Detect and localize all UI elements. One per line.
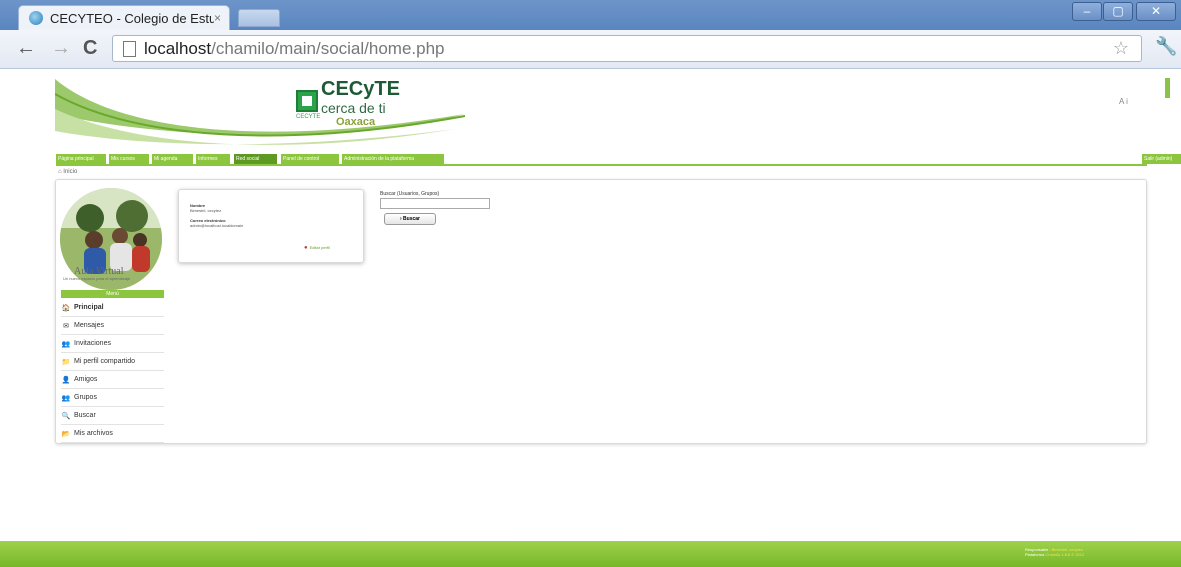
folder-icon: 📁 [61, 358, 71, 366]
tab-title: CECYTEO - Colegio de Estu [50, 10, 214, 26]
url-path: /chamilo/main/social/home.php [211, 38, 445, 58]
address-bar[interactable]: localhost /chamilo/main/social/home.php … [112, 35, 1142, 62]
menu-item-label: Mis archivos [74, 430, 113, 437]
menu-item-label: Amigos [74, 376, 98, 383]
search-label: Buscar (Usuarios, Grupos) [380, 191, 440, 197]
invitations-icon: 👥 [61, 340, 71, 348]
menu-item-friends[interactable]: 👤 Amigos [61, 371, 164, 389]
browser-toolbar: ← → C localhost /chamilo/main/social/hom… [0, 30, 1181, 69]
maximize-button[interactable]: ▢ [1103, 2, 1133, 21]
site-favicon-icon [29, 11, 43, 25]
menu-item-messages[interactable]: ✉ Mensajes [61, 317, 164, 335]
search-icon: 🔍 [61, 412, 71, 420]
footer-text: Responsable : Bimestril, cecytez Platafo… [1025, 547, 1084, 557]
logout-button[interactable]: Salir (admin) [1142, 154, 1181, 164]
email-value: admin@localhost.localdomain [190, 223, 244, 228]
breadcrumb: ⌂ Inicio [58, 169, 77, 175]
name-value: Bimestril, cecytez [190, 208, 222, 213]
menu-item-label: Mi perfil compartido [74, 358, 136, 365]
search-input[interactable] [380, 198, 490, 209]
tab-social[interactable]: Red social [234, 154, 277, 164]
search-button[interactable]: › Buscar [384, 213, 436, 225]
edit-profile-label: Editar perfil [309, 245, 330, 250]
envelope-icon: ✉ [63, 322, 69, 330]
logo-title: CECyTE [321, 78, 400, 100]
wrench-menu-icon[interactable]: 🔧 [1155, 36, 1177, 57]
avatar-tagline: Un nuevo espacio para el aprendizaje [63, 276, 131, 281]
files-icon: 📂 [61, 430, 71, 438]
menu-item-label: Grupos [74, 394, 97, 401]
footer-platform-label: Plataforma [1025, 552, 1045, 557]
menu-title: Menú [61, 290, 164, 298]
close-tab-icon[interactable]: × [214, 11, 221, 25]
footer-platform-value[interactable]: Chamilo 1.8.8 © 2012 [1045, 552, 1084, 557]
logo-place: Oaxaca [336, 116, 376, 128]
browser-titlebar: CECYTEO - Colegio de Estu × – ▢ ✕ [0, 0, 1181, 30]
forward-button[interactable]: → [51, 38, 71, 58]
logo-subtitle: cerca de ti [321, 100, 386, 116]
menu-item-shared-profile[interactable]: 📁 Mi perfil compartido [61, 353, 164, 371]
menu-item-label: Mensajes [74, 322, 104, 329]
breadcrumb-home[interactable]: Inicio [63, 169, 77, 175]
home-icon[interactable]: ⌂ [58, 169, 62, 175]
edit-user-icon: ● [304, 245, 308, 251]
tab-home[interactable]: Página principal [56, 154, 106, 164]
bookmark-star-icon[interactable]: ☆ [1113, 38, 1129, 59]
groups-icon: 👥 [61, 394, 71, 402]
menu-item-label: Invitaciones [74, 340, 111, 347]
logo-mark-icon [296, 90, 318, 112]
profile-card: Nombre Bimestril, cecytez Correo electró… [178, 189, 364, 263]
search-button-label: Buscar [403, 216, 420, 222]
browser-tab[interactable]: CECYTEO - Colegio de Estu × [18, 5, 230, 30]
header-user-text: A i [1119, 97, 1128, 106]
tab-my-courses[interactable]: Mis cursos [109, 154, 149, 164]
menu-item-label: Buscar [74, 412, 96, 419]
tab-agenda[interactable]: Mi agenda [152, 154, 193, 164]
user-icon: 👤 [61, 376, 71, 384]
footer: Responsable : Bimestril, cecytez Platafo… [0, 541, 1181, 567]
menu-item-principal[interactable]: 🏠 Principal [61, 299, 164, 317]
tab-control-panel[interactable]: Panel de control [281, 154, 339, 164]
main-navigation: Página principal Mis cursos Mi agenda In… [56, 154, 1181, 166]
menu-item-label: Principal [74, 304, 104, 311]
menu-item-search[interactable]: 🔍 Buscar [61, 407, 164, 425]
minimize-button[interactable]: – [1072, 2, 1102, 21]
tab-platform-admin[interactable]: Administración de la plataforma [342, 154, 444, 164]
home-icon: 🏠 [61, 304, 71, 312]
logo-small-text: CECYTE [296, 114, 321, 120]
cecyte-logo[interactable]: CECYTE CECyTE cerca de ti Oaxaca [296, 78, 456, 133]
social-menu: 🏠 Principal ✉ Mensajes 👥 Invitaciones 📁 Mi p… [61, 299, 164, 443]
social-content-panel: Aula Virtual Un nuevo espacio para el ap… [55, 179, 1147, 444]
menu-item-my-files[interactable]: 📂 Mis archivos [61, 425, 164, 443]
menu-item-invitations[interactable]: 👥 Invitaciones [61, 335, 164, 353]
reload-button[interactable]: C [83, 38, 97, 58]
scroll-marker [1165, 78, 1170, 98]
page-icon [123, 40, 136, 57]
url-host: localhost [144, 38, 212, 58]
menu-item-groups[interactable]: 👥 Grupos [61, 389, 164, 407]
tab-reports[interactable]: Informes [196, 154, 230, 164]
new-tab-button[interactable] [238, 9, 280, 27]
edit-profile-link[interactable]: ● Editar perfil [304, 245, 330, 251]
page: CECYTE CECyTE cerca de ti Oaxaca A i Pág… [0, 69, 1181, 567]
close-window-button[interactable]: ✕ [1136, 2, 1176, 21]
back-button[interactable]: ← [16, 38, 36, 58]
